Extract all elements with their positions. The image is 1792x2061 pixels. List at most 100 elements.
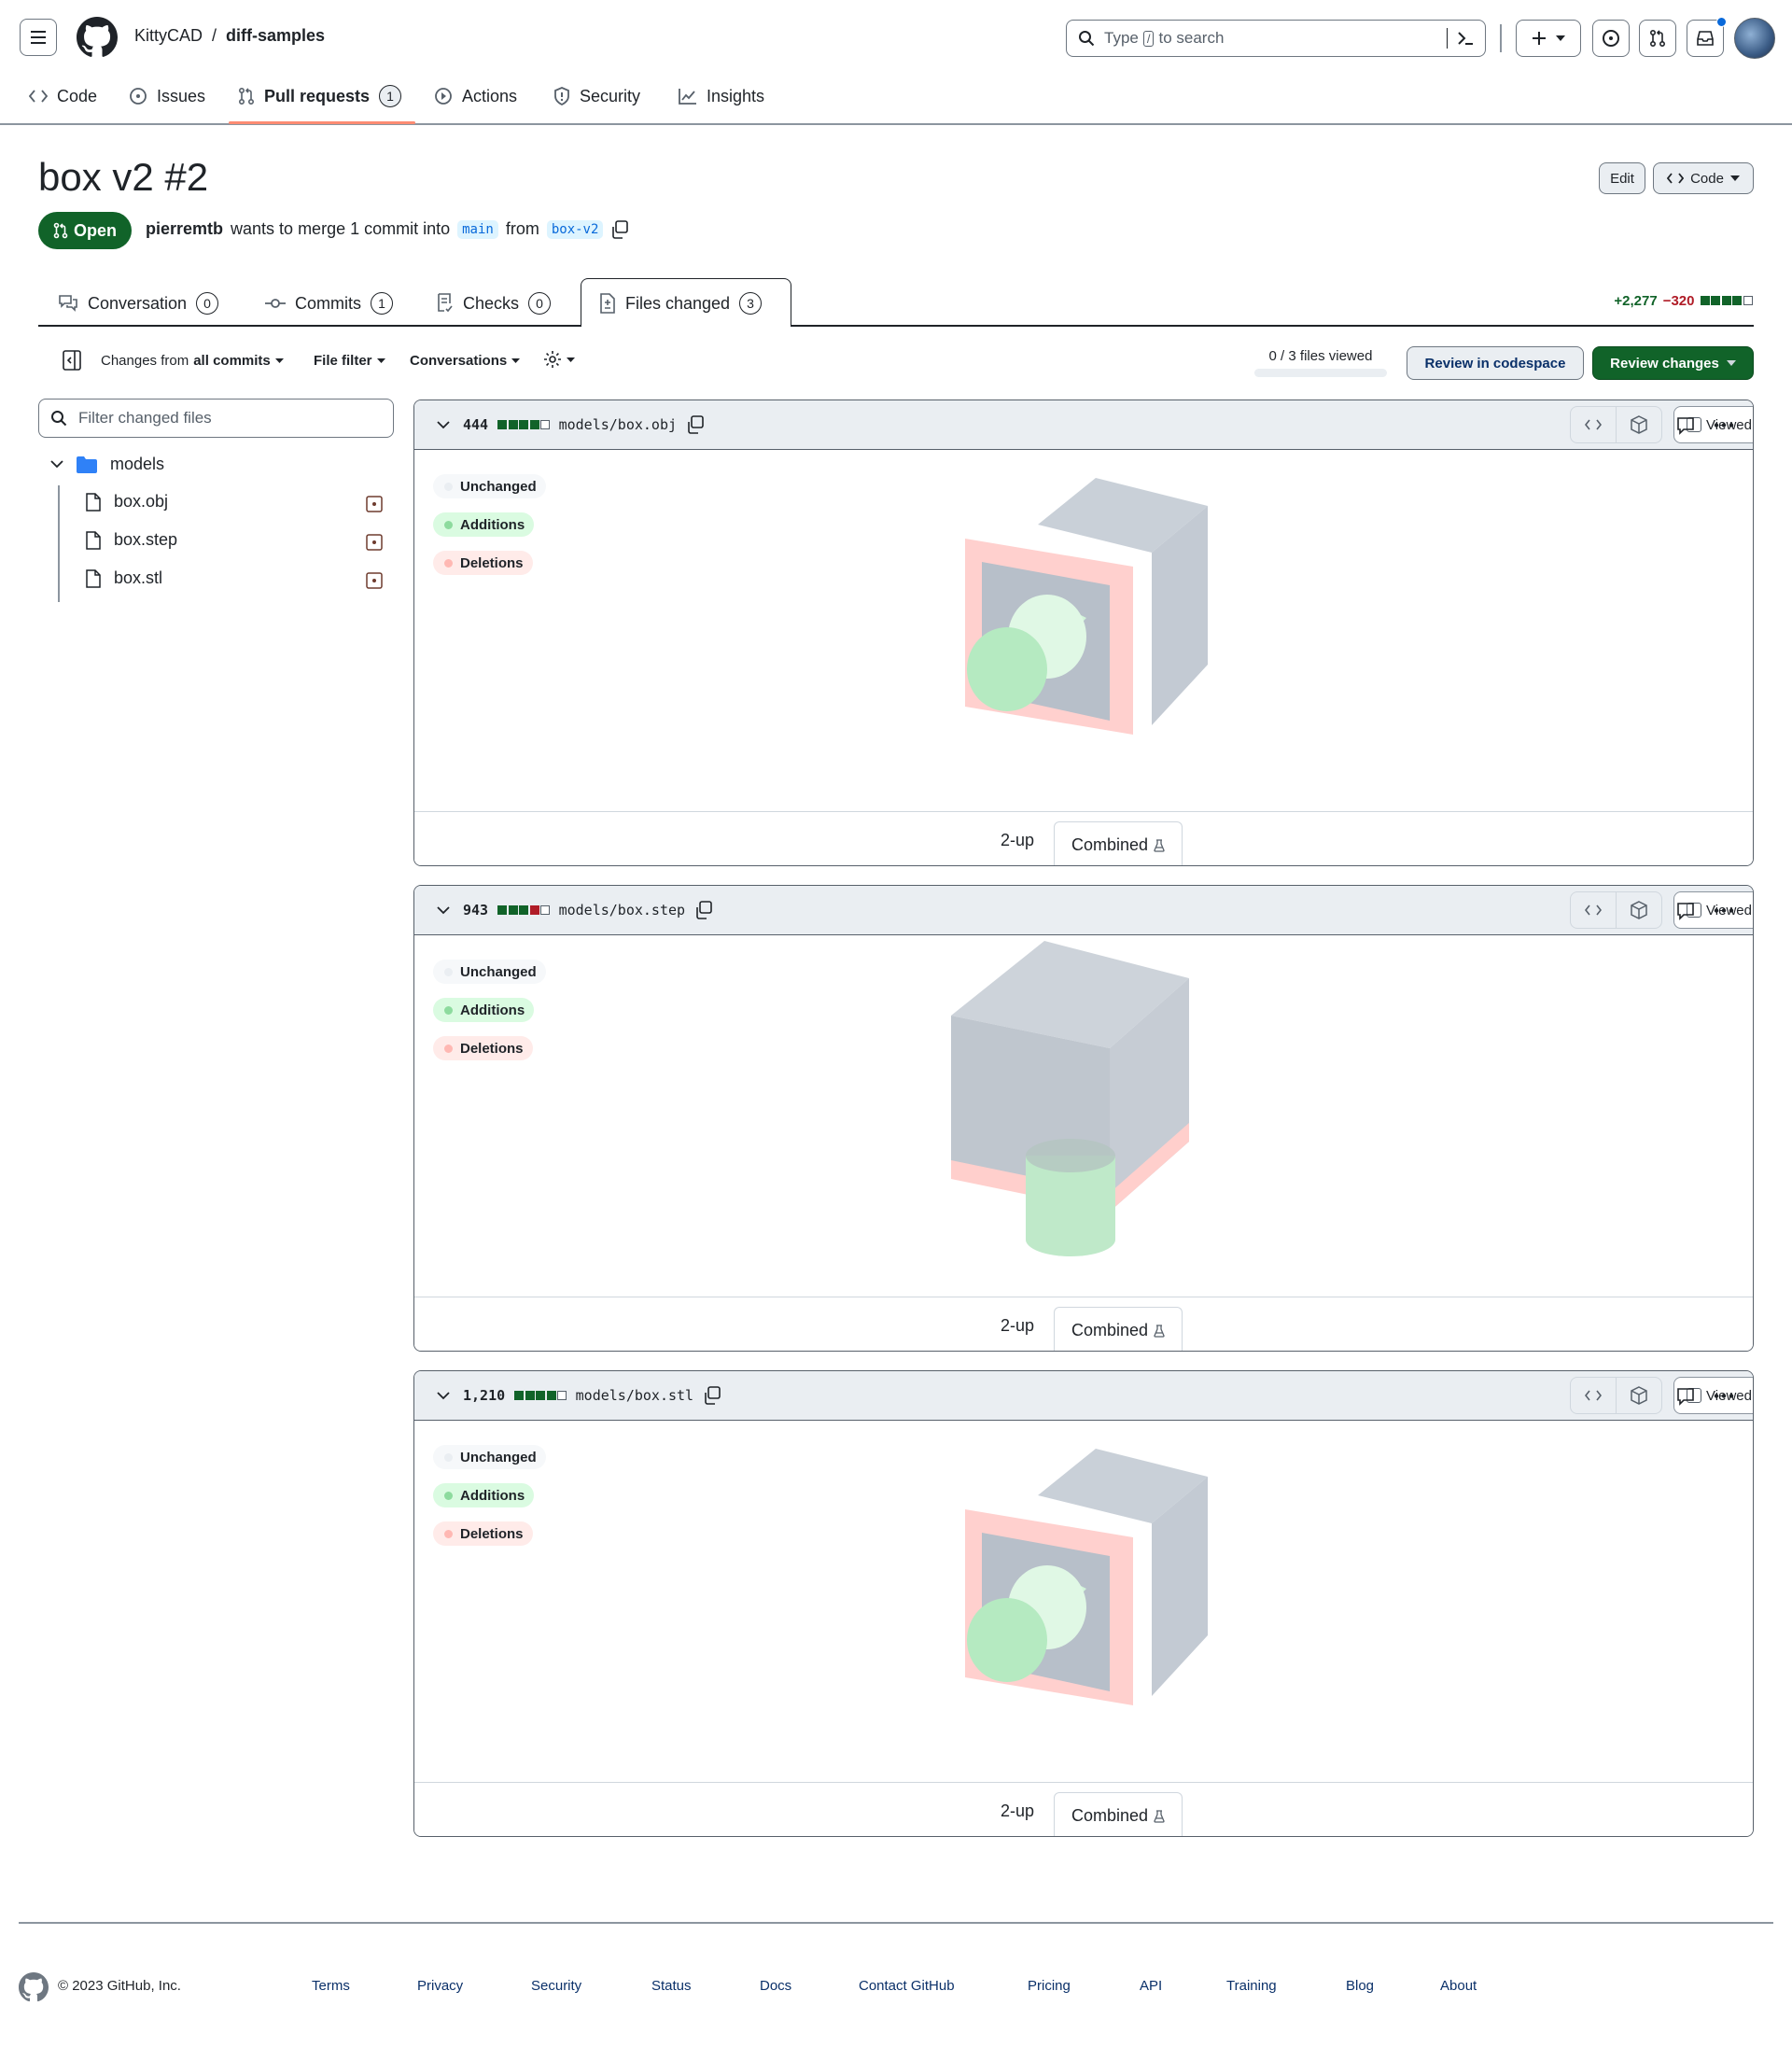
search-shortcut-key: / [1142, 30, 1155, 47]
code-icon [1667, 173, 1685, 184]
pull-requests-icon [1649, 29, 1666, 48]
avatar[interactable] [1734, 18, 1775, 59]
file-filter-dropdown[interactable]: File filter [314, 353, 385, 369]
changes-from-dropdown[interactable]: Changes from all commits [101, 353, 284, 369]
code-dropdown-button[interactable]: Code [1653, 162, 1754, 194]
filter-changed-files-input[interactable]: Filter changed files [38, 399, 394, 438]
combined-tab[interactable]: Combined [1054, 821, 1183, 865]
copy-icon[interactable] [703, 1386, 721, 1405]
deletions-count: −320 [1662, 293, 1695, 309]
chevron-down-icon[interactable] [437, 1391, 450, 1400]
page-title: box v2 #2 [38, 155, 209, 199]
footer-link-contact[interactable]: Contact GitHub [859, 1978, 955, 1994]
footer-link-docs[interactable]: Docs [760, 1978, 791, 1994]
model-3d-render [965, 1449, 1208, 1705]
command-palette-icon[interactable] [1457, 31, 1474, 46]
rich-3d-view-button[interactable] [1617, 892, 1661, 928]
github-logo-icon[interactable] [19, 1972, 49, 2002]
repo-nav-actions[interactable]: Actions [434, 82, 517, 110]
diffstat-block-added [536, 1391, 546, 1400]
tab-files-changed[interactable]: Files changed 3 [599, 280, 763, 327]
file-header: 1,210 models/box.stl Viewed [414, 1371, 1753, 1421]
combined-tab[interactable]: Combined [1054, 1307, 1183, 1351]
footer-link-terms[interactable]: Terms [312, 1978, 350, 1994]
sidebar-file-item[interactable]: box.stl [86, 568, 162, 588]
file-path[interactable]: models/box.step [559, 902, 685, 918]
comment-icon[interactable] [1676, 902, 1695, 920]
github-logo-icon[interactable] [77, 17, 118, 58]
repo-nav-code[interactable]: Code [29, 82, 97, 110]
tab-checks[interactable]: Checks 0 [437, 280, 552, 327]
model-viewer[interactable]: Unchanged Additions Deletions [414, 935, 1753, 1297]
kebab-menu-icon[interactable] [1714, 908, 1734, 913]
two-up-tab[interactable]: 2-up [1001, 1802, 1034, 1821]
tab-commits[interactable]: Commits 1 [265, 280, 393, 327]
kebab-menu-icon[interactable] [1714, 1394, 1734, 1398]
author-link[interactable]: pierremtb [146, 219, 223, 239]
owner-link[interactable]: KittyCAD [134, 26, 203, 46]
base-branch[interactable]: main [457, 219, 498, 239]
repo-nav-issues[interactable]: Issues [129, 82, 205, 110]
file-icon [86, 568, 101, 588]
file-path[interactable]: models/box.obj [559, 416, 677, 433]
footer-link-pricing[interactable]: Pricing [1028, 1978, 1071, 1994]
repo-nav-security[interactable]: Security [553, 82, 640, 110]
repo-nav-pull-requests[interactable]: Pull requests 1 [238, 82, 402, 110]
two-up-tab[interactable]: 2-up [1001, 831, 1034, 850]
footer-link-status[interactable]: Status [651, 1978, 692, 1994]
view-mode-toggle [1570, 1377, 1662, 1414]
source-view-button[interactable] [1571, 892, 1617, 928]
two-up-tab[interactable]: 2-up [1001, 1316, 1034, 1336]
inbox-button[interactable] [1687, 17, 1727, 57]
footer-link-blog[interactable]: Blog [1346, 1978, 1374, 1994]
combined-tab[interactable]: Combined [1054, 1792, 1183, 1836]
beaker-icon [1154, 1324, 1165, 1338]
create-new-button[interactable] [1516, 20, 1581, 57]
model-viewer[interactable]: Unchanged Additions Deletions [414, 1421, 1753, 1782]
sidebar-file-item[interactable]: box.step [86, 530, 177, 550]
diffstat-block-added [519, 905, 529, 915]
pull-requests-button[interactable] [1639, 20, 1676, 57]
diffstat-block-added [546, 1391, 556, 1400]
cylinder-front-cap [967, 1598, 1047, 1682]
copy-icon[interactable] [610, 219, 629, 239]
source-view-button[interactable] [1571, 1378, 1617, 1413]
footer-link-training[interactable]: Training [1226, 1978, 1277, 1994]
breadcrumb: KittyCAD / diff-samples [134, 26, 325, 46]
copy-icon[interactable] [694, 901, 713, 919]
kebab-menu-icon[interactable] [1714, 423, 1734, 428]
sidebar-file-item[interactable]: box.obj [86, 492, 168, 512]
folder-icon [77, 456, 97, 473]
model-viewer[interactable]: Unchanged Additions Deletions [414, 450, 1753, 811]
footer-link-privacy[interactable]: Privacy [417, 1978, 463, 1994]
comment-icon[interactable] [1676, 416, 1695, 435]
issues-button[interactable] [1592, 20, 1630, 57]
footer-link-api[interactable]: API [1140, 1978, 1162, 1994]
chevron-down-icon[interactable] [437, 905, 450, 915]
chevron-down-icon[interactable] [437, 420, 450, 429]
rich-3d-view-button[interactable] [1617, 1378, 1661, 1413]
footer-link-about[interactable]: About [1440, 1978, 1477, 1994]
diff-settings-dropdown[interactable] [543, 350, 575, 369]
legend-unchanged: Unchanged [433, 960, 546, 984]
tab-conversation[interactable]: Conversation 0 [58, 280, 219, 327]
folder-models[interactable]: models [50, 455, 164, 474]
rich-3d-view-button[interactable] [1617, 407, 1661, 442]
search-input[interactable]: Type / to search [1066, 20, 1486, 57]
menu-button[interactable] [20, 19, 57, 56]
edit-button[interactable]: Edit [1599, 162, 1645, 194]
footer-link-security[interactable]: Security [531, 1978, 581, 1994]
file-icon [86, 492, 101, 512]
comment-icon[interactable] [1676, 1387, 1695, 1406]
source-view-button[interactable] [1571, 407, 1617, 442]
repo-nav-insights[interactable]: Insights [679, 82, 764, 110]
review-in-codespace-button[interactable]: Review in codespace [1407, 346, 1584, 380]
head-branch[interactable]: box-v2 [546, 219, 604, 239]
copy-icon[interactable] [686, 415, 705, 434]
toggle-file-tree-icon[interactable] [63, 350, 81, 371]
code-icon [29, 90, 48, 103]
repo-link[interactable]: diff-samples [226, 26, 325, 46]
conversations-dropdown[interactable]: Conversations [410, 353, 521, 369]
review-changes-button[interactable]: Review changes [1592, 346, 1754, 380]
file-path[interactable]: models/box.stl [576, 1387, 693, 1404]
